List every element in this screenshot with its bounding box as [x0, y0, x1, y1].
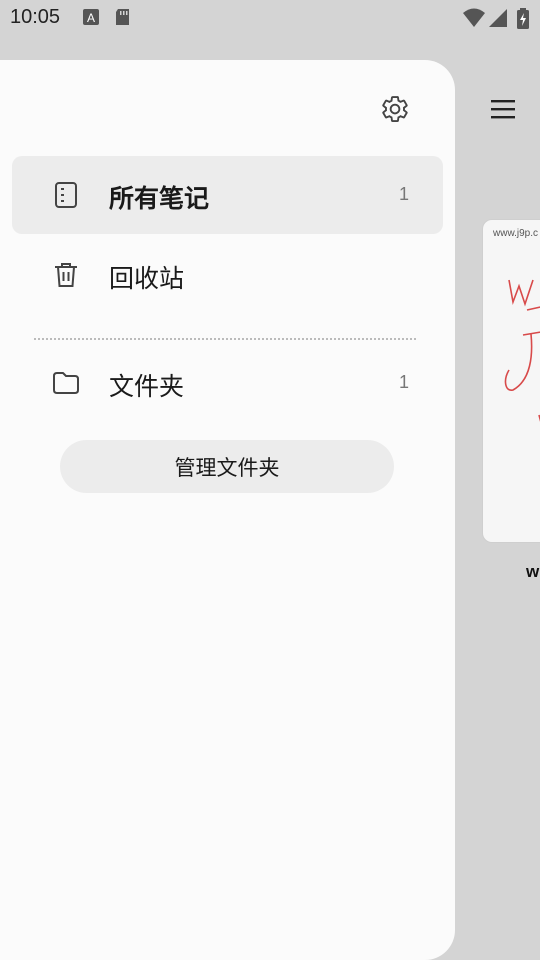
note-title: w [526, 562, 540, 581]
wifi-icon [463, 8, 485, 27]
nav-item-label: 所有笔记 [109, 184, 210, 213]
notebook-icon [55, 182, 77, 208]
nav-item-count: 1 [398, 184, 409, 204]
signal-icon [489, 9, 507, 27]
sd-card-icon [116, 9, 129, 25]
battery-charging-icon [517, 8, 529, 29]
nav-item-label: 文件夹 [109, 372, 185, 401]
navigation-drawer: 所有笔记 1 回收站 文件夹 1 管理文件夹 [0, 60, 455, 960]
font-a-icon: A [83, 9, 99, 25]
menu-button[interactable] [486, 92, 520, 126]
divider [34, 338, 416, 340]
handwriting-sketch [504, 279, 540, 422]
nav-item-label: 回收站 [109, 264, 185, 293]
status-time: 10:05 [10, 6, 61, 28]
svg-text:A: A [87, 11, 95, 25]
note-card[interactable]: www.j9p.c [482, 219, 540, 543]
gear-icon [382, 96, 408, 123]
trash-icon [55, 263, 77, 287]
manage-folders-button[interactable]: 管理文件夹 [60, 440, 394, 493]
nav-item-recycle-bin[interactable]: 回收站 [12, 236, 443, 314]
nav-item-count: 1 [398, 372, 409, 392]
nav-item-folder[interactable]: 文件夹 1 [12, 344, 443, 422]
folder-icon [53, 372, 79, 394]
nav-item-all-notes[interactable]: 所有笔记 1 [12, 156, 443, 234]
status-bar: 10:05 A [0, 0, 540, 36]
settings-button[interactable] [376, 90, 414, 128]
hamburger-menu-icon [491, 100, 515, 119]
